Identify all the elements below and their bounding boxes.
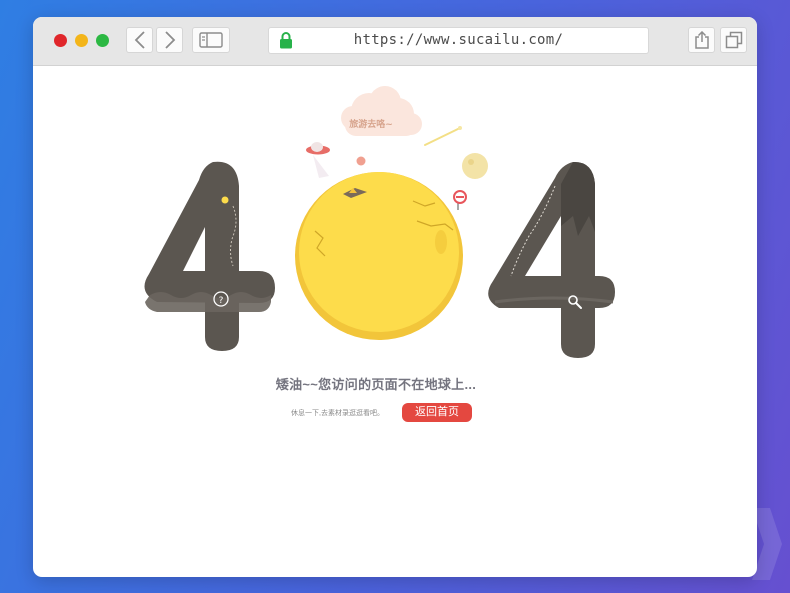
back-icon <box>134 31 145 49</box>
error-404-illustration: 旅游去咯~ ? <box>144 86 615 358</box>
maximize-window-button[interactable] <box>96 34 109 47</box>
ufo-icon <box>306 142 330 178</box>
digit-four-left <box>144 161 275 351</box>
forward-button[interactable] <box>156 27 183 53</box>
back-button[interactable] <box>126 27 153 53</box>
error-subtext: 休息一下,去素材录逛逛看吧。 <box>291 410 384 417</box>
page-content: 旅游去咯~ ? 矮油~~您访问的页面不在地球上... 休息一下,去素材录逛逛看吧… <box>33 66 757 577</box>
cloud-bubble: 旅游去咯~ <box>341 86 422 136</box>
return-home-button[interactable]: 返回首页 <box>402 403 472 422</box>
sidebar-toggle-button[interactable] <box>192 27 230 53</box>
tiny-planet <box>356 156 366 166</box>
cloud-text: 旅游去咯~ <box>349 118 393 130</box>
share-icon <box>694 31 709 49</box>
browser-toolbar: https://www.sucailu.com/ <box>33 17 757 66</box>
sidebar-icon <box>199 32 223 48</box>
small-planet <box>462 153 488 179</box>
question-mark-glyph: ? <box>219 296 224 306</box>
digit-four-right <box>488 161 615 358</box>
shooting-star-head <box>458 126 462 130</box>
small-planet-crater <box>468 159 474 165</box>
browser-window: https://www.sucailu.com/ 旅游去咯~ ? 矮油~~您访问… <box>33 17 757 577</box>
close-window-button[interactable] <box>54 34 67 47</box>
url-text: https://www.sucailu.com/ <box>353 32 564 48</box>
no-entry-sign-icon <box>453 190 467 210</box>
error-message: 矮油~~您访问的页面不在地球上... <box>275 377 477 392</box>
moon-digit-zero <box>295 172 463 340</box>
shooting-star <box>424 127 461 146</box>
forward-icon <box>164 31 175 49</box>
address-bar[interactable]: https://www.sucailu.com/ <box>268 27 649 54</box>
tabs-button[interactable] <box>720 27 747 53</box>
share-button[interactable] <box>688 27 715 53</box>
minimize-window-button[interactable] <box>75 34 88 47</box>
tabs-icon <box>725 31 742 49</box>
